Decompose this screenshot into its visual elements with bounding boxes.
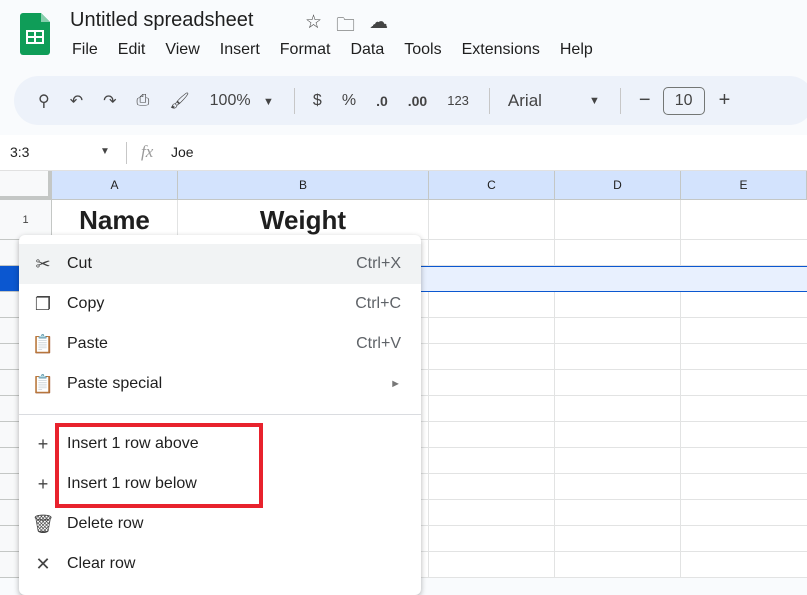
column-header-a[interactable]: A (52, 171, 178, 200)
chevron-down-icon[interactable]: ▼ (100, 146, 110, 157)
cell-a1[interactable]: Name (52, 200, 177, 240)
sheets-logo-icon[interactable] (20, 13, 50, 55)
paint-format-icon[interactable]: 🖌 (169, 91, 189, 111)
context-menu: ✂ Cut Ctrl+X ❐ Copy Ctrl+C 📋 Paste Ctrl+V 📋 Paste … (19, 235, 421, 595)
menu-help[interactable]: Help (560, 41, 593, 59)
font-size-input[interactable]: 10 (662, 86, 705, 115)
menu-item-paste[interactable]: 📋 Paste Ctrl+V (19, 324, 421, 364)
menu-data[interactable]: Data (350, 41, 384, 59)
menu-file[interactable]: File (72, 41, 98, 59)
copy-icon: ❐ (34, 293, 52, 314)
number-format-button[interactable]: 123 (447, 93, 469, 108)
menu-edit[interactable]: Edit (118, 41, 146, 59)
column-header-c[interactable]: C (429, 171, 555, 200)
menu-item-shortcut: ► (390, 378, 401, 390)
divider (488, 87, 490, 114)
column-header-e[interactable]: E (681, 171, 807, 200)
select-all-corner[interactable] (0, 171, 52, 200)
clipboard-icon: 📋 (31, 333, 55, 354)
redo-icon[interactable]: ↷ (103, 91, 116, 111)
menu-bar: File Edit View Insert Format Data Tools … (72, 41, 613, 59)
menu-format[interactable]: Format (280, 41, 331, 59)
scissors-icon: ✂ (35, 253, 51, 274)
document-title[interactable]: Untitled spreadsheet (70, 9, 253, 32)
star-icon[interactable]: ☆ (305, 11, 322, 43)
move-folder-icon[interactable]: 🗀 (336, 11, 355, 43)
menu-item-paste-special[interactable]: 📋 Paste special ► (19, 364, 421, 404)
menu-item-label: Clear row (67, 555, 136, 572)
zoom-select[interactable]: 100% ▼ (210, 92, 274, 110)
increase-font-size-button[interactable]: + (719, 89, 731, 112)
annotation-highlight-box (55, 423, 263, 508)
menu-item-label: Delete row (67, 515, 144, 532)
menu-divider (19, 414, 421, 415)
menu-tools[interactable]: Tools (404, 41, 441, 59)
chevron-down-icon: ▼ (589, 94, 600, 107)
toolbar: ⚲ ↶ ↷ ⎙ 🖌 100% ▼ $ % .0 .00 123 Arial ▼ −… (14, 76, 807, 125)
clipboard-icon: 📋 (31, 373, 55, 394)
trash-icon: 🗑 (31, 513, 55, 534)
menu-item-shortcut: Ctrl+V (356, 335, 401, 352)
menu-item-label: Paste special (67, 375, 163, 392)
cell-b1[interactable]: Weight (178, 200, 428, 240)
divider (293, 87, 295, 114)
menu-item-shortcut: Ctrl+X (356, 255, 401, 272)
fx-icon: fx (141, 142, 154, 161)
menu-extensions[interactable]: Extensions (462, 41, 540, 59)
menu-item-delete-row[interactable]: 🗑 Delete row (19, 504, 421, 544)
divider (126, 142, 127, 164)
menu-item-label: Cut (67, 255, 92, 272)
formula-input[interactable]: Joe (171, 144, 194, 160)
percent-button[interactable]: % (342, 92, 356, 110)
row-header-1[interactable]: 1 (0, 200, 52, 240)
menu-item-clear-row[interactable]: ✕ Clear row (19, 544, 421, 584)
decrease-font-size-button[interactable]: − (639, 89, 651, 112)
menu-view[interactable]: View (165, 41, 199, 59)
column-header-d[interactable]: D (555, 171, 681, 200)
cloud-status-icon[interactable]: ☁ (369, 11, 388, 43)
chevron-down-icon: ▼ (263, 95, 274, 108)
menu-item-shortcut: Ctrl+C (355, 295, 401, 312)
menu-item-cut[interactable]: ✂ Cut Ctrl+X (19, 244, 421, 284)
search-icon[interactable]: ⚲ (38, 91, 50, 111)
divider (619, 87, 621, 114)
column-header-b[interactable]: B (178, 171, 429, 200)
formula-bar: 3:3 ▼ fx Joe (0, 135, 807, 171)
font-select[interactable]: Arial ▼ (508, 91, 600, 111)
increase-decimal-button[interactable]: .00 (408, 93, 427, 109)
print-icon[interactable]: ⎙ (137, 92, 150, 110)
decrease-decimal-button[interactable]: .0 (376, 93, 388, 109)
currency-button[interactable]: $ (313, 92, 322, 110)
close-icon: ✕ (35, 553, 51, 574)
menu-insert[interactable]: Insert (220, 41, 260, 59)
menu-item-label: Paste (67, 335, 108, 352)
menu-item-copy[interactable]: ❐ Copy Ctrl+C (19, 284, 421, 324)
undo-icon[interactable]: ↶ (70, 91, 83, 111)
menu-item-label: Copy (67, 295, 105, 312)
name-box[interactable]: 3:3 (10, 144, 29, 160)
